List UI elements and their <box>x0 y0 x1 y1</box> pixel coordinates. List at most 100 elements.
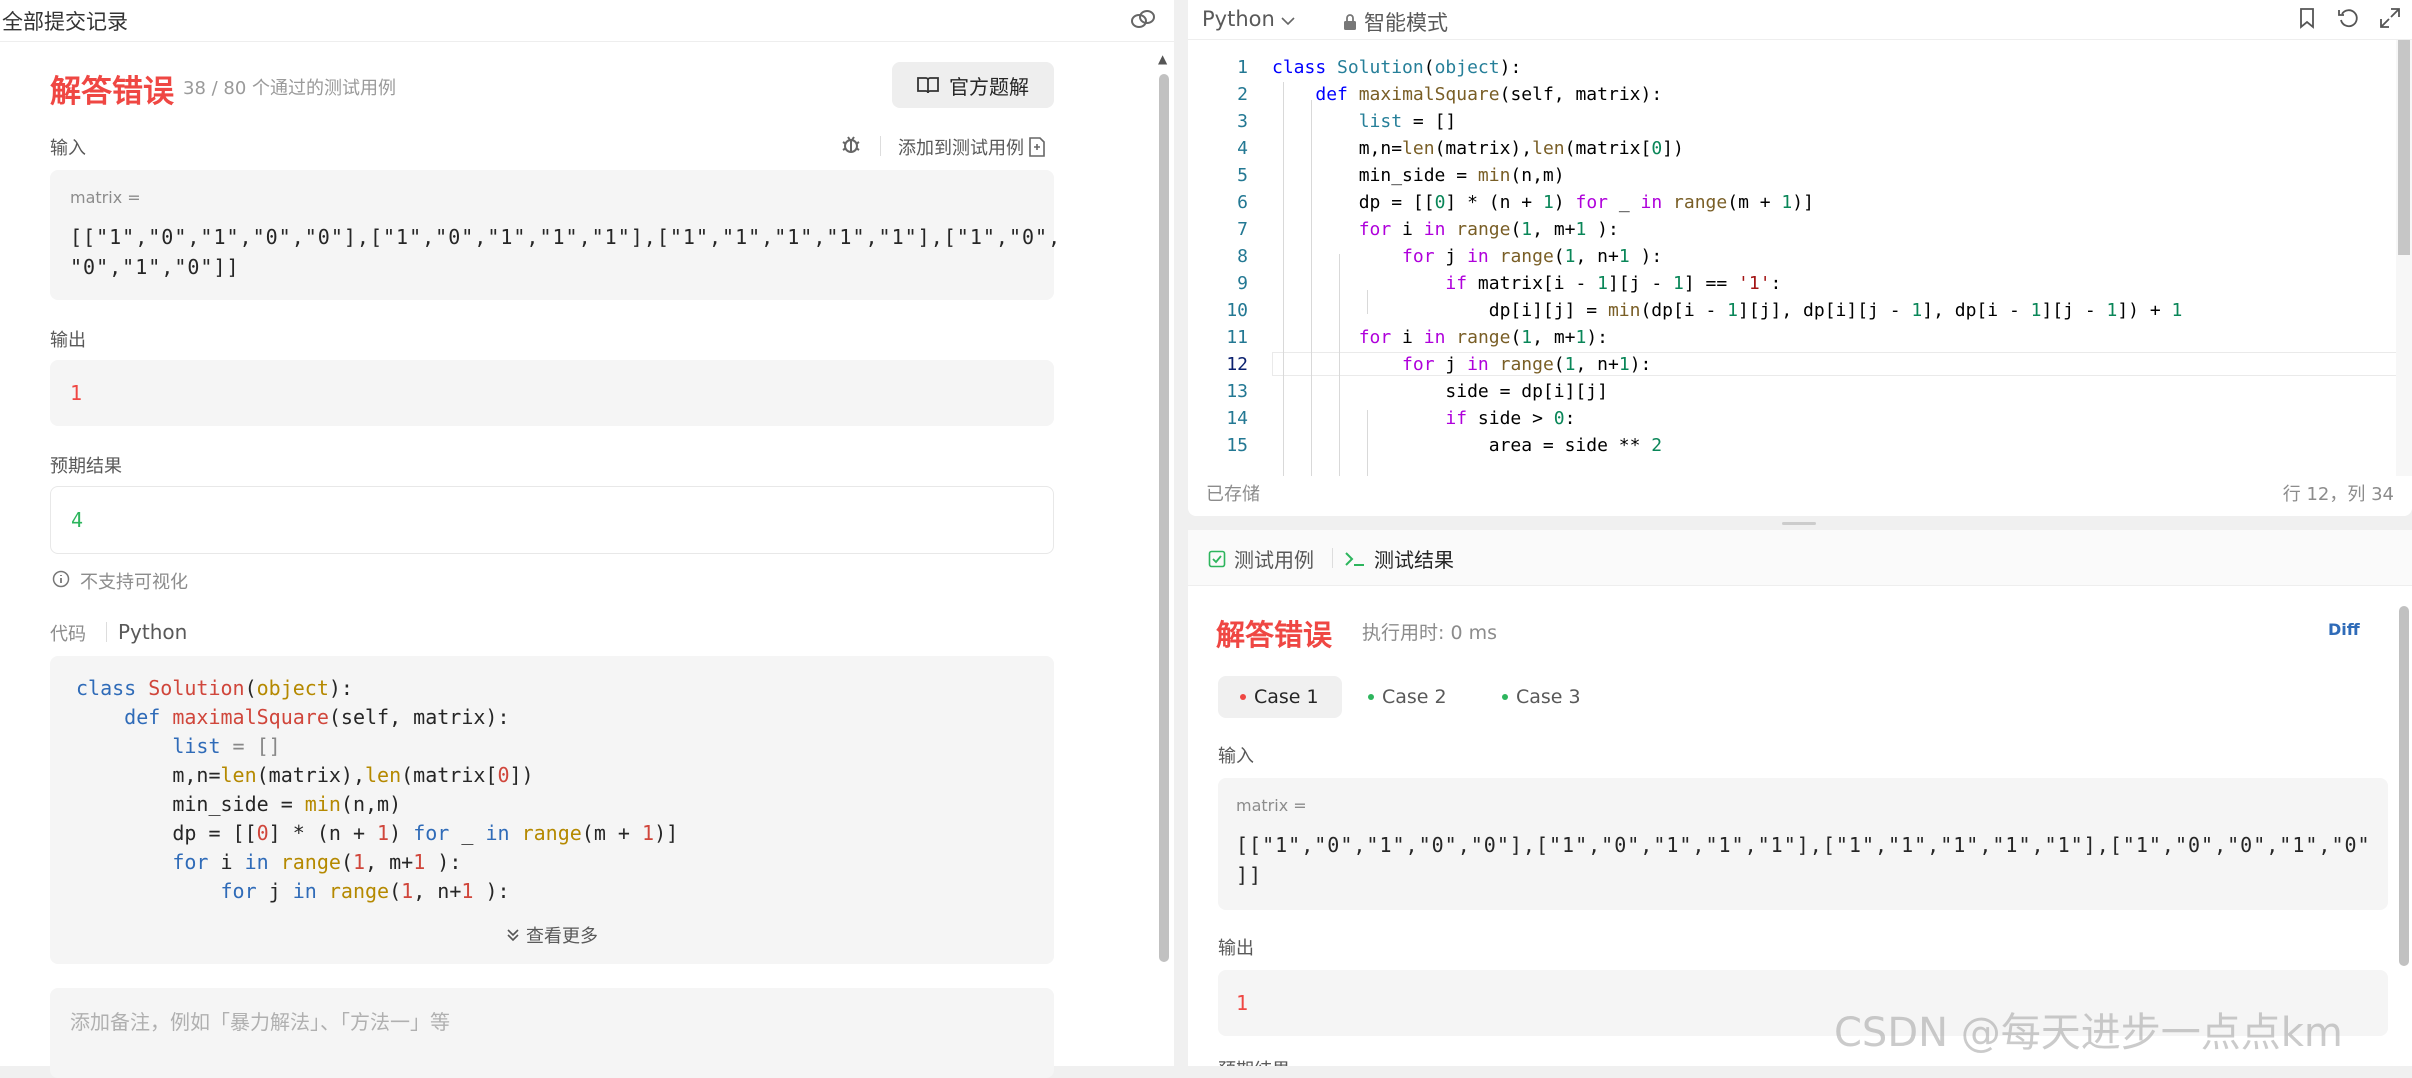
code-language: Python <box>118 620 188 644</box>
line-number: 6 <box>1237 192 1248 213</box>
code-line: dp = [[0] * (n + 1) for _ in range(m + 1… <box>76 821 679 845</box>
checkbox-icon <box>1208 550 1226 567</box>
result-input-box: matrix = [["1","0","1","0","0"],["1","0"… <box>1218 778 2388 910</box>
reset-icon[interactable] <box>2336 6 2360 30</box>
result-output-label: 输出 <box>1218 938 1254 959</box>
result-scrollbar[interactable] <box>2396 586 2412 1066</box>
diff-toggle[interactable]: Diff <box>2328 620 2360 639</box>
expected-label: 预期结果 <box>50 456 122 477</box>
code-line: def maximalSquare(self, matrix): <box>124 705 510 729</box>
show-more-label: 查看更多 <box>526 926 598 947</box>
tab-test-result[interactable]: 测试结果 <box>1344 544 1454 573</box>
editor-scrollbar[interactable] <box>2396 40 2412 476</box>
note-input[interactable]: 添加备注，例如「暴力解法」、「方法一」等 <box>50 988 1054 1078</box>
official-solution-label: 官方题解 <box>949 74 1029 99</box>
line-number: 2 <box>1237 84 1248 105</box>
scroll-up-icon[interactable]: ▲ <box>1158 52 1167 66</box>
submission-panel: 全部提交记录 解答错误 38 / 80 个通过的测试用例 官方题解 输入 添加到… <box>0 0 1174 1078</box>
code-line: for i in range(1, m+1 ): <box>172 850 462 874</box>
line-number: 1 <box>1237 57 1248 78</box>
smart-mode-toggle[interactable]: 智能模式 <box>1342 7 1448 37</box>
language-label: Python <box>1202 7 1275 31</box>
case-label: Case 2 <box>1382 686 1447 708</box>
submitted-code: class Solution(object): def maximalSquar… <box>50 656 1054 964</box>
editor-line[interactable]: for j in range(1, n+1): <box>1272 354 1651 375</box>
input-box: matrix = [["1","0","1","0","0"],["1","0"… <box>50 170 1060 300</box>
editor-line[interactable]: for i in range(1, m+1 ): <box>1272 219 1619 240</box>
scrollbar-thumb[interactable] <box>2398 40 2410 255</box>
watermark: CSDN @每天进步一点点km <box>1834 1010 2343 1056</box>
smart-mode-label: 智能模式 <box>1364 11 1448 35</box>
editor-line[interactable]: if side > 0: <box>1272 408 1575 429</box>
divider <box>1332 548 1333 568</box>
submission-header: 全部提交记录 <box>0 0 1174 42</box>
result-input-line2: ]] <box>1236 863 1263 887</box>
expected-box: 4 <box>50 486 1054 554</box>
editor-line[interactable]: dp = [[0] * (n + 1) for _ in range(m + 1… <box>1272 192 1814 213</box>
book-icon <box>917 77 939 94</box>
passed-count: 38 / 80 个通过的测试用例 <box>183 78 397 99</box>
line-number: 15 <box>1226 435 1248 456</box>
no-visual-text: 不支持可视化 <box>80 572 188 593</box>
tab-testcase-label: 测试用例 <box>1234 548 1314 572</box>
language-select[interactable]: Python <box>1202 7 1296 31</box>
official-solution-button[interactable]: 官方题解 <box>892 62 1054 108</box>
editor-line[interactable]: min_side = min(n,m) <box>1272 165 1565 186</box>
tab-testcase[interactable]: 测试用例 <box>1208 544 1314 573</box>
case-tab-1[interactable]: Case 1 <box>1218 676 1342 718</box>
bookmark-icon[interactable] <box>2296 6 2318 30</box>
editor-line[interactable]: dp[i][j] = min(dp[i - 1][j], dp[i][j - 1… <box>1272 300 2183 321</box>
editor-line[interactable]: class Solution(object): <box>1272 57 1521 78</box>
input-var-name: matrix = <box>70 188 141 207</box>
note-placeholder: 添加备注，例如「暴力解法」、「方法一」等 <box>70 1010 450 1034</box>
code-line: class Solution(object): <box>76 676 353 700</box>
line-number: 13 <box>1226 381 1248 402</box>
info-icon <box>52 570 70 588</box>
case-tab-2[interactable]: Case 2 <box>1346 676 1469 718</box>
result-input-label: 输入 <box>1218 746 1254 767</box>
debug-icon[interactable] <box>838 132 864 158</box>
divider <box>106 622 107 642</box>
scrollbar-thumb[interactable] <box>1159 74 1169 962</box>
code-editor-panel: Python 智能模式 1 2 3 4 5 6 7 8 9 10 11 12 1… <box>1188 0 2412 516</box>
output-label: 输出 <box>50 330 86 351</box>
show-more-button[interactable]: 查看更多 <box>506 922 598 948</box>
result-tabs: 测试用例 测试结果 <box>1188 530 2412 586</box>
editor-footer: 已存储 行 12，列 34 <box>1188 476 2412 516</box>
editor-line[interactable]: for j in range(1, n+1 ): <box>1272 246 1662 267</box>
line-number: 5 <box>1237 165 1248 186</box>
saved-status: 已存储 <box>1206 484 1260 505</box>
add-to-testcase-button[interactable]: 添加到测试用例 <box>898 134 1046 160</box>
editor-line[interactable]: if matrix[i - 1][j - 1] == '1': <box>1272 273 1781 294</box>
editor-line[interactable]: m,n=len(matrix),len(matrix[0]) <box>1272 138 1684 159</box>
left-scrollbar[interactable]: ▲ <box>1156 52 1170 1066</box>
submissions-title[interactable]: 全部提交记录 <box>2 6 128 36</box>
line-number: 14 <box>1226 408 1248 429</box>
submission-status: 解答错误 <box>50 74 174 110</box>
case-tab-3[interactable]: Case 3 <box>1480 676 1603 718</box>
chevron-down-icon <box>1281 17 1296 26</box>
input-label: 输入 <box>50 138 86 159</box>
line-number: 11 <box>1226 327 1248 348</box>
result-status: 解答错误 <box>1216 618 1333 652</box>
case-label: Case 1 <box>1254 686 1319 708</box>
input-value-line1: [["1","0","1","0","0"],["1","0","1","1",… <box>70 225 1062 249</box>
lock-icon <box>1344 14 1356 30</box>
editor-line[interactable]: list = [] <box>1272 111 1457 132</box>
expand-icon[interactable] <box>2378 6 2402 30</box>
tab-test-result-label: 测试结果 <box>1374 548 1454 572</box>
result-input-line1: [["1","0","1","0","0"],["1","0","1","1",… <box>1236 833 2371 857</box>
runtime: 执行用时: 0 ms <box>1362 622 1497 644</box>
editor-line[interactable]: area = side ** 2 <box>1272 435 1662 456</box>
scrollbar-thumb[interactable] <box>2399 606 2409 966</box>
resize-handle[interactable] <box>1782 522 1816 525</box>
line-number: 10 <box>1226 300 1248 321</box>
editor-toolbar <box>2296 6 2402 30</box>
line-number: 3 <box>1237 111 1248 132</box>
line-number: 8 <box>1237 246 1248 267</box>
link-icon[interactable] <box>1130 8 1156 30</box>
code-line: for j in range(1, n+1 ): <box>220 879 510 903</box>
editor-line[interactable]: for i in range(1, m+1): <box>1272 327 1608 348</box>
editor-line[interactable]: side = dp[i][j] <box>1272 381 1608 402</box>
editor-line[interactable]: def maximalSquare(self, matrix): <box>1272 84 1662 105</box>
